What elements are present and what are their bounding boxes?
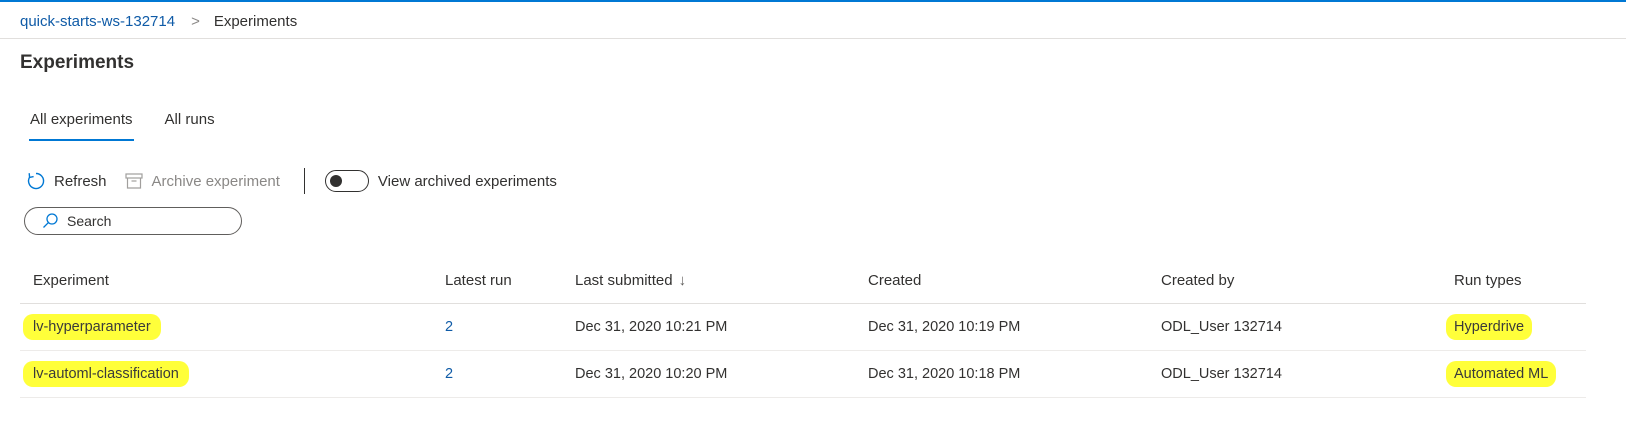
created-cell: Dec 31, 2020 10:18 PM [868,366,1021,382]
last-submitted-cell: Dec 31, 2020 10:21 PM [575,319,728,335]
breadcrumb: quick-starts-ws-132714 > Experiments [20,10,297,32]
latest-run-link[interactable]: 2 [445,366,453,382]
created-cell: Dec 31, 2020 10:19 PM [868,319,1021,335]
tab-list: All experiments All runs [29,106,247,141]
created-by-cell: ODL_User 132714 [1161,366,1282,382]
experiment-link[interactable]: lv-hyperparameter [23,314,161,340]
chevron-right-icon: > [191,12,200,30]
column-header-latest-run[interactable]: Latest run [445,258,512,303]
top-accent-bar [0,0,1626,2]
toolbar-divider [303,168,305,194]
run-type-value: Hyperdrive [1446,314,1533,340]
experiment-link[interactable]: lv-automl-classification [23,361,189,387]
experiments-table: Experiment Latest run Last submitted ↓ C… [20,258,1586,398]
archive-icon [124,171,144,191]
refresh-button[interactable]: Refresh [26,171,107,191]
sort-descending-icon: ↓ [678,272,687,289]
tab-all-experiments[interactable]: All experiments [29,106,134,141]
latest-run-cell: 2 [445,304,453,350]
latest-run-link[interactable]: 2 [445,319,453,335]
tab-all-runs[interactable]: All runs [165,106,215,141]
refresh-icon [26,171,46,191]
run-types-cell: Hyperdrive [1446,304,1533,350]
search-box [24,207,242,235]
column-header-created[interactable]: Created [868,258,921,303]
view-archived-toggle[interactable] [324,170,369,192]
view-archived-label: View archived experiments [377,172,557,190]
column-header-last-submitted-label: Last submitted [575,272,673,289]
experiment-name-cell: lv-automl-classification [23,351,189,397]
column-header-run-types[interactable]: Run types [1454,258,1522,303]
column-header-experiment[interactable]: Experiment [33,258,109,303]
breadcrumb-current: Experiments [213,12,298,30]
latest-run-cell: 2 [445,351,453,397]
run-types-cell: Automated ML [1446,351,1557,397]
column-header-last-submitted[interactable]: Last submitted ↓ [575,258,686,303]
table-row[interactable]: lv-hyperparameter 2 Dec 31, 2020 10:21 P… [20,304,1586,351]
last-submitted-cell: Dec 31, 2020 10:20 PM [575,366,728,382]
experiment-name-cell: lv-hyperparameter [23,304,161,350]
archive-experiment-label: Archive experiment [151,172,280,190]
created-by-cell: ODL_User 132714 [1161,319,1282,335]
breadcrumb-workspace-link[interactable]: quick-starts-ws-132714 [20,13,175,30]
refresh-label: Refresh [54,172,107,190]
column-header-created-by[interactable]: Created by [1161,258,1234,303]
table-row[interactable]: lv-automl-classification 2 Dec 31, 2020 … [20,351,1586,398]
search-icon [41,212,59,230]
search-input[interactable] [67,213,227,229]
toggle-knob [329,175,342,187]
page-title: Experiments [20,52,135,73]
run-type-value: Automated ML [1446,361,1557,387]
toolbar: Refresh Archive experiment View archived… [26,166,557,196]
table-header-row: Experiment Latest run Last submitted ↓ C… [20,258,1586,304]
header-divider [0,38,1626,39]
archive-experiment-button[interactable]: Archive experiment [124,171,280,191]
